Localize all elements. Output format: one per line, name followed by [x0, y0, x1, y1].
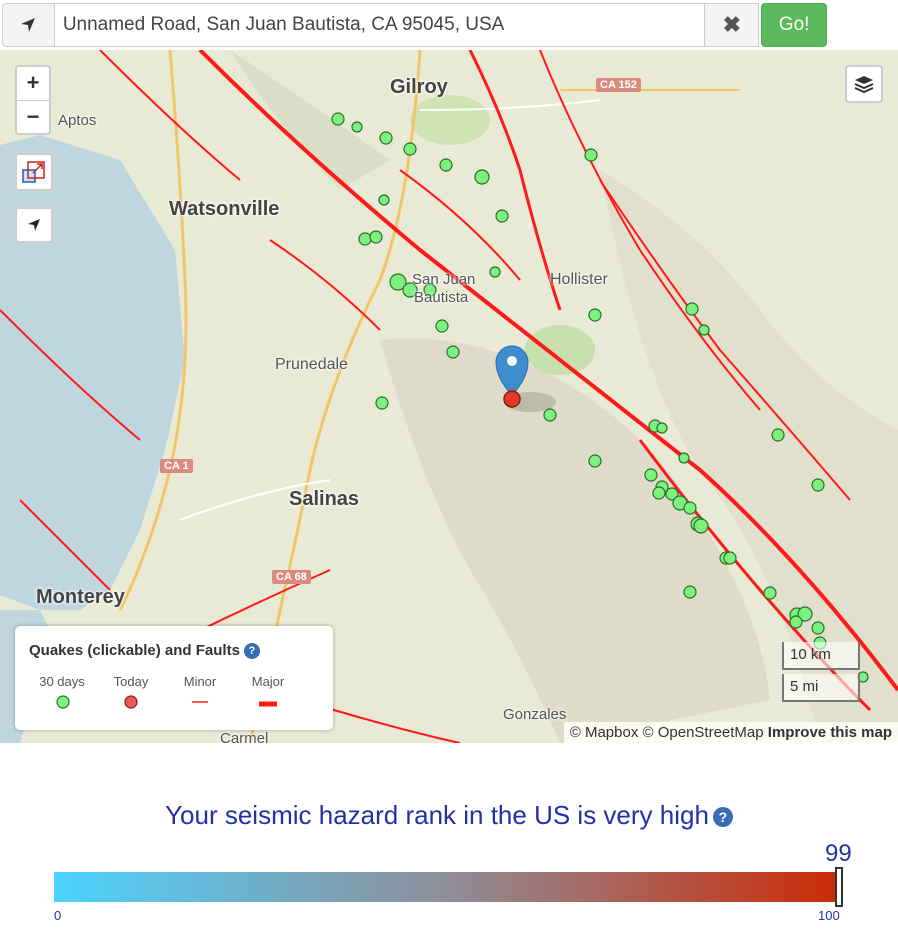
search-bar: ✖ Go!	[2, 2, 827, 48]
map-view[interactable]: Gilroy Aptos Watsonville San Juan Bautis…	[0, 50, 898, 743]
fullscreen-button[interactable]	[15, 153, 53, 191]
hazard-text: Your seismic hazard rank in the US is ve…	[165, 800, 709, 830]
clear-button[interactable]: ✖	[705, 3, 760, 47]
legend-panel: Quakes (clickable) and Faults? 30 days T…	[15, 626, 333, 730]
hazard-rank-value: 99	[825, 840, 852, 867]
place-salinas: Salinas	[289, 488, 360, 510]
help-icon[interactable]: ?	[243, 643, 260, 660]
shield-ca152: CA 152	[596, 78, 641, 92]
shield-ca68: CA 68	[272, 570, 311, 584]
attribution-text: © Mapbox © OpenStreetMap	[569, 724, 764, 741]
layers-button[interactable]	[845, 65, 883, 103]
layers-icon	[854, 76, 874, 94]
place-hollister: Hollister	[550, 271, 608, 288]
address-input[interactable]	[53, 3, 706, 47]
location-arrow-icon	[28, 219, 40, 231]
go-button[interactable]: Go!	[761, 3, 827, 47]
place-prunedale: Prunedale	[275, 356, 348, 373]
hazard-gradient-bar	[54, 872, 840, 902]
place-aptos: Aptos	[58, 112, 97, 129]
location-arrow-icon	[21, 18, 36, 32]
legend-minor-label: Minor	[183, 674, 217, 689]
hazard-max-label: 100	[818, 908, 840, 923]
help-icon[interactable]: ?	[712, 807, 733, 828]
expand-icon	[22, 161, 45, 183]
locate-me-button[interactable]	[15, 207, 53, 243]
improve-map-link[interactable]: Improve this map	[768, 724, 892, 741]
legend-30days-label: 30 days	[39, 674, 85, 689]
quake-today-symbol-icon	[124, 695, 138, 709]
shield-ca1: CA 1	[160, 459, 193, 473]
scale-km: 10 km	[782, 642, 860, 670]
legend-today-label: Today	[113, 674, 149, 689]
scale-mi: 5 mi	[782, 674, 860, 702]
legend-symbols	[56, 695, 277, 709]
locate-button[interactable]	[2, 3, 54, 47]
legend-major-label: Major	[251, 674, 285, 689]
place-carmel: Carmel	[220, 730, 269, 743]
place-watsonville: Watsonville	[169, 198, 280, 220]
place-monterey: Monterey	[36, 586, 125, 608]
place-bautista: Bautista	[414, 289, 469, 306]
zoom-out-button[interactable]: −	[17, 101, 49, 134]
place-gonzales: Gonzales	[503, 706, 567, 723]
quake-30d-symbol-icon	[56, 695, 70, 709]
zoom-control: + −	[15, 65, 51, 135]
hazard-rank-marker	[835, 867, 843, 907]
map-attribution: © Mapbox © OpenStreetMap Improve this ma…	[563, 722, 898, 743]
hazard-heading: Your seismic hazard rank in the US is ve…	[0, 800, 898, 831]
place-gilroy: Gilroy	[390, 76, 448, 98]
place-san-juan: San Juan	[412, 271, 476, 288]
zoom-in-button[interactable]: +	[17, 67, 49, 101]
close-icon: ✖	[722, 12, 742, 37]
hazard-min-label: 0	[54, 908, 62, 923]
legend-title: Quakes (clickable) and Faults?	[29, 642, 260, 660]
